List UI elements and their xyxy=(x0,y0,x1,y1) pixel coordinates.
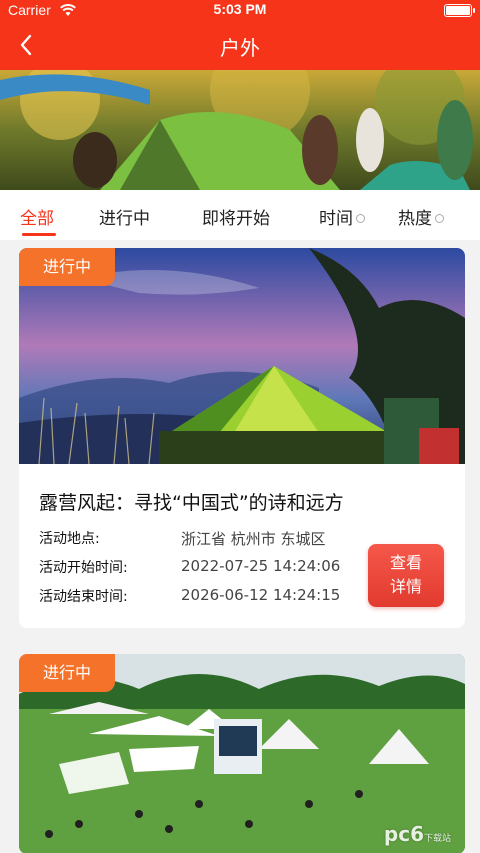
header-bar: Carrier 5:03 PM 户外 xyxy=(0,0,480,70)
watermark-brand: pc6 xyxy=(383,822,424,846)
view-details-line2: 详情 xyxy=(389,577,422,596)
tab-all[interactable]: 全部 xyxy=(20,204,54,229)
tab-popularity-label: 热度 xyxy=(398,209,432,229)
sort-icon xyxy=(356,213,365,223)
view-details-line1: 查看 xyxy=(389,553,422,572)
activity-title: 露营风起：寻找“中国式”的诗和远方 xyxy=(39,492,344,514)
view-details-button[interactable]: 查看 详情 xyxy=(368,544,444,607)
clock: 5:03 PM xyxy=(213,1,267,17)
hero-banner-image xyxy=(0,70,480,190)
start-time-label: 活动开始时间: xyxy=(39,560,128,576)
tab-time[interactable]: 时间 xyxy=(319,204,365,229)
sort-icon xyxy=(435,213,444,223)
location-label: 活动地点: xyxy=(39,531,100,547)
watermark-sub: 下载站 xyxy=(423,834,451,844)
tab-time-label: 时间 xyxy=(319,209,353,229)
activity-card[interactable]: 进行中 pc6下载站 xyxy=(19,654,465,853)
end-time-label: 活动结束时间: xyxy=(39,589,128,605)
watermark-logo: pc6下载站 xyxy=(384,822,451,846)
activity-card[interactable]: 进行中 露营风起：寻找“中国式”的诗和远方 活动地点: 浙江省 杭州市 东城区 … xyxy=(19,248,465,628)
tab-ongoing[interactable]: 进行中 xyxy=(99,204,150,229)
tab-popularity[interactable]: 热度 xyxy=(398,204,444,229)
status-badge: 进行中 xyxy=(19,654,115,692)
filter-tabs: 全部 进行中 即将开始 时间 热度 xyxy=(0,190,480,240)
end-time-value: 2026-06-12 14:24:15 xyxy=(181,586,341,604)
status-badge: 进行中 xyxy=(19,248,115,286)
status-bar: Carrier 5:03 PM xyxy=(0,0,480,22)
page-title: 户外 xyxy=(220,36,260,60)
active-tab-indicator xyxy=(22,233,56,236)
location-value: 浙江省 杭州市 东城区 xyxy=(181,530,326,548)
tab-upcoming[interactable]: 即将开始 xyxy=(202,204,270,229)
battery-icon xyxy=(444,4,475,17)
start-time-value: 2022-07-25 14:24:06 xyxy=(181,557,341,575)
